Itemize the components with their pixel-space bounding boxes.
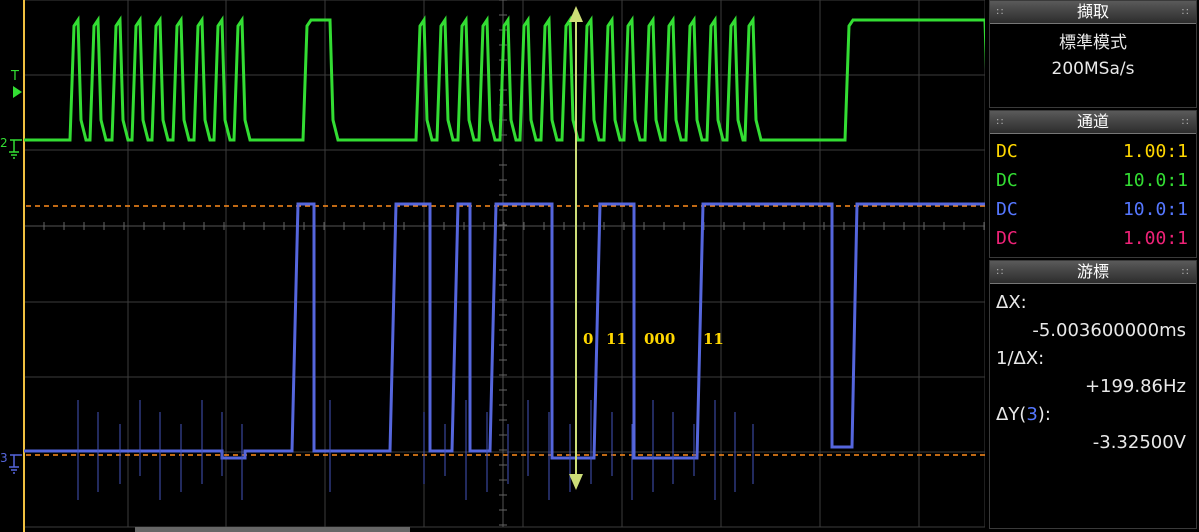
delta-y-channel: 3 xyxy=(1026,404,1038,425)
channel-4-probe: 1.00:1 xyxy=(1122,228,1188,249)
waveform-display[interactable]: T 2 3 xyxy=(0,0,985,532)
bit-annotation: 11 xyxy=(703,330,724,348)
channel-2-coupling: DC xyxy=(996,170,1018,191)
delta-y-label: ΔY(3): xyxy=(996,404,1051,425)
acquisition-mode: 標準模式 xyxy=(1059,33,1127,53)
cursor-panel-header[interactable]: :: 游標 :: xyxy=(990,261,1196,284)
trigger-arrow-icon xyxy=(13,86,22,98)
delta-x-label: ΔX: xyxy=(996,292,1027,313)
acquisition-panel-header[interactable]: :: 擷取 :: xyxy=(990,1,1196,24)
acquisition-panel[interactable]: :: 擷取 :: 標準模式 200MSa/s xyxy=(989,0,1197,108)
drag-grip-icon: :: xyxy=(996,116,1005,127)
channel-3-ground-marker[interactable]: 3 xyxy=(0,451,22,474)
cursor-panel[interactable]: :: 游標 :: ΔX: -5.003600000ms 1/ΔX: +199.8… xyxy=(989,260,1197,529)
cursor-title: 游標 xyxy=(1076,262,1109,281)
delta-y-value: -3.32500V xyxy=(1092,432,1186,453)
drag-grip-icon: :: xyxy=(1181,116,1190,127)
inverse-delta-x-label: 1/ΔX: xyxy=(996,348,1045,369)
channel-row-1[interactable]: DC 1.00:1 xyxy=(990,137,1196,166)
drag-grip-icon: :: xyxy=(1181,266,1190,277)
bit-annotation: 0 xyxy=(583,330,594,348)
channel-2-ground-marker[interactable]: 2 xyxy=(0,136,22,159)
drag-grip-icon: :: xyxy=(996,6,1005,17)
drag-grip-icon: :: xyxy=(996,266,1005,277)
memory-position-bar xyxy=(135,527,410,532)
channel-row-4[interactable]: DC 1.00:1 xyxy=(990,224,1196,253)
cursor-arrow-down-icon xyxy=(569,474,583,490)
cursor-arrow-up-icon xyxy=(569,6,583,22)
channel-panel-header[interactable]: :: 通道 :: xyxy=(990,111,1196,134)
frequency-value: +199.86Hz xyxy=(1084,376,1186,397)
oscilloscope-screen[interactable]: T 2 3 0 11 000 11 xyxy=(0,0,985,532)
channel-3-probe: 10.0:1 xyxy=(1122,199,1188,220)
channel-3-coupling: DC xyxy=(996,199,1018,220)
drag-grip-icon: :: xyxy=(1181,6,1190,17)
ch2-ground-label: 2 xyxy=(0,136,8,150)
channel-title: 通道 xyxy=(1076,112,1109,131)
trigger-level-marker[interactable]: T xyxy=(10,69,22,98)
sample-rate: 200MSa/s xyxy=(1051,59,1135,79)
delta-x-value: -5.003600000ms xyxy=(1032,320,1186,341)
ch3-ground-label: 3 xyxy=(0,451,8,465)
side-panel: :: 擷取 :: 標準模式 200MSa/s :: 通道 :: DC 1.00:… xyxy=(986,0,1199,532)
trigger-marker-label: T xyxy=(10,69,19,84)
channel-2-waveform xyxy=(24,15,985,142)
channel-row-2[interactable]: DC 10.0:1 xyxy=(990,166,1196,195)
channel-2-probe: 10.0:1 xyxy=(1122,170,1188,191)
bit-annotation: 11 xyxy=(606,330,627,348)
acquisition-title: 擷取 xyxy=(1076,2,1109,21)
bit-annotation: 000 xyxy=(644,330,676,348)
channel-row-3[interactable]: DC 10.0:1 xyxy=(990,195,1196,224)
channel-4-coupling: DC xyxy=(996,228,1018,249)
ground-icon xyxy=(9,454,22,474)
ground-icon xyxy=(9,139,22,159)
channel-1-coupling: DC xyxy=(996,141,1018,162)
channel-panel[interactable]: :: 通道 :: DC 1.00:1 DC 10.0:1 DC 10.0:1 D… xyxy=(989,110,1197,258)
channel-1-probe: 1.00:1 xyxy=(1122,141,1188,162)
